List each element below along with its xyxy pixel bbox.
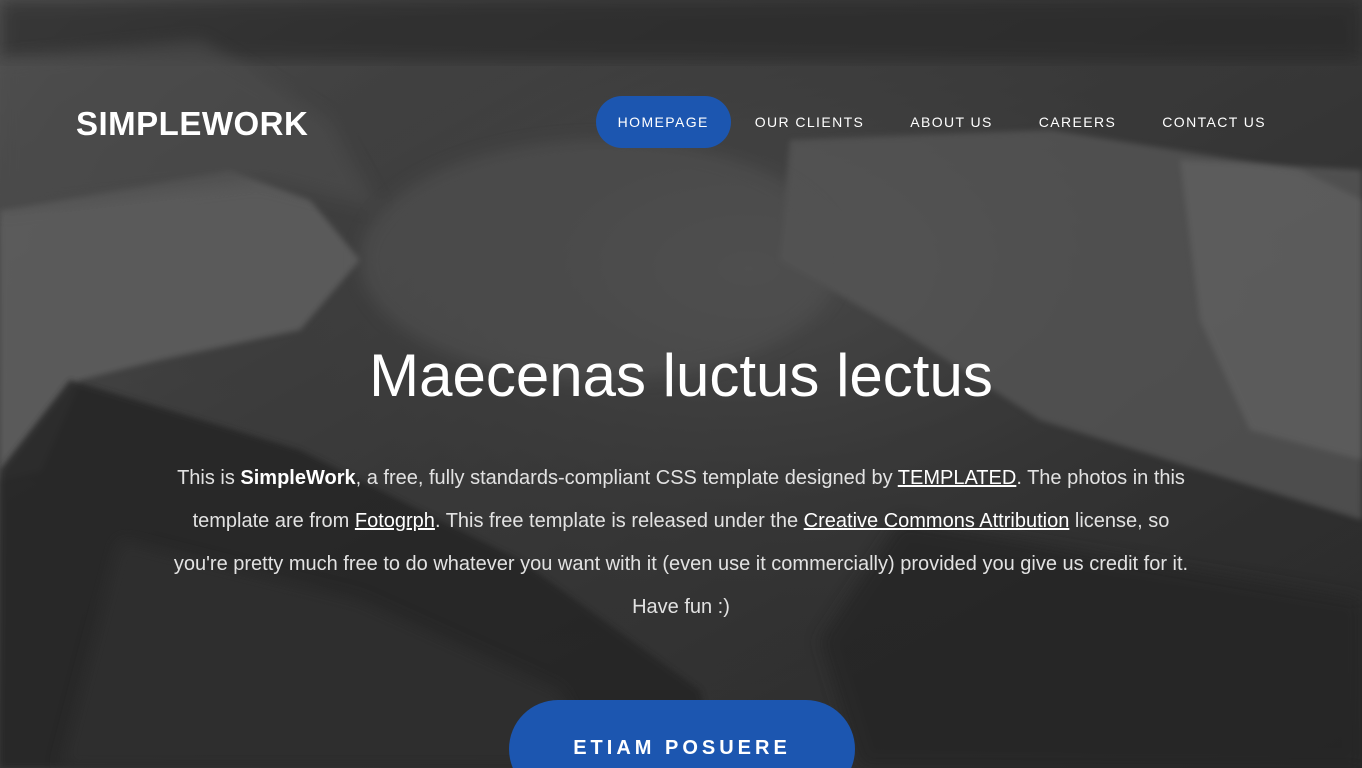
hero-title: Maecenas luctus lectus <box>369 342 993 409</box>
etiam-posuere-button[interactable]: ETIAM POSUERE <box>509 700 855 768</box>
nav-item-homepage[interactable]: HOMEPAGE <box>595 96 731 148</box>
intro-brand-name: SimpleWork <box>240 467 356 489</box>
nav-item-our-clients[interactable]: OUR CLIENTS <box>733 96 887 148</box>
hero-section: SIMPLEWORK HOMEPAGE OUR CLIENTS ABOUT US… <box>0 0 1362 768</box>
intro-text-part: This is <box>177 467 241 489</box>
intro-text-part: , a free, fully standards-compliant CSS … <box>355 467 898 489</box>
main-nav: HOMEPAGE OUR CLIENTS ABOUT US CAREERS CO… <box>594 96 1288 148</box>
cta-label: ETIAM POSUERE <box>573 737 791 759</box>
fotogrph-link[interactable]: Fotogrph <box>355 510 435 532</box>
nav-item-about-us[interactable]: ABOUT US <box>888 96 1015 148</box>
creative-commons-link[interactable]: Creative Commons Attribution <box>804 510 1070 532</box>
nav-item-careers[interactable]: CAREERS <box>1017 96 1138 148</box>
hero-intro-text: This is SimpleWork, a free, fully standa… <box>171 457 1191 629</box>
templated-link[interactable]: TEMPLATED <box>898 467 1017 489</box>
site-logo[interactable]: SIMPLEWORK <box>76 104 308 144</box>
nav-item-contact-us[interactable]: CONTACT US <box>1140 96 1288 148</box>
intro-text-part: . This free template is released under t… <box>434 510 804 532</box>
